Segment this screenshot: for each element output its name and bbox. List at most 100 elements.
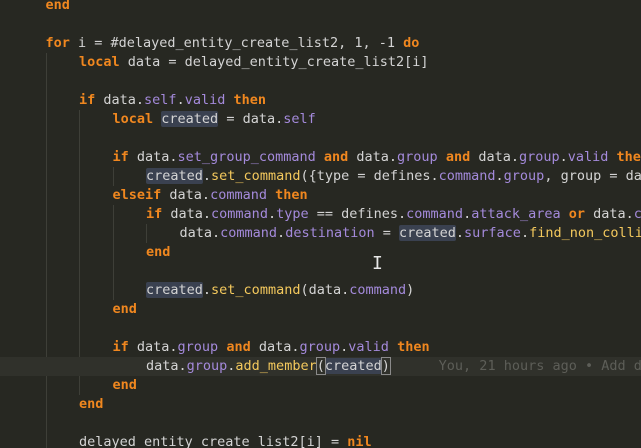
code-token: = xyxy=(374,225,399,241)
code-token: find_non_colliding_position xyxy=(529,225,641,241)
highlighted-token: created xyxy=(161,111,219,127)
keyword-token: end xyxy=(112,301,137,317)
code-line[interactable]: if data.group and data.group.valid then xyxy=(0,338,641,357)
code-line[interactable]: for i = #delayed_entity_create_list2, 1,… xyxy=(0,34,641,53)
code-line[interactable]: end xyxy=(0,0,641,15)
code-line[interactable]: if data.self.valid then xyxy=(0,91,641,110)
code-token: command xyxy=(220,225,278,241)
code-editor[interactable]: end for i = #delayed_entity_create_list2,… xyxy=(0,0,641,448)
code-token: set_command xyxy=(211,168,301,184)
keyword-token: end xyxy=(79,396,104,412)
keyword-token: if xyxy=(146,206,163,222)
code-line[interactable]: created.set_command({type = defines.comm… xyxy=(0,167,641,186)
code-token: group xyxy=(177,339,219,355)
code-token: (data. xyxy=(300,282,350,298)
code-token: . xyxy=(176,92,185,108)
keyword-token: for xyxy=(45,35,70,51)
code-token: type xyxy=(276,206,309,222)
git-blame-annotation: You, 21 hours ago • Add delayed entity c… xyxy=(438,358,641,374)
highlighted-token: created xyxy=(146,168,203,184)
code-token: group xyxy=(299,339,341,355)
code-token: data. xyxy=(348,149,398,165)
code-token: data. xyxy=(95,92,145,108)
code-line[interactable]: data.command.destination = created.surfa… xyxy=(0,224,641,243)
code-token: command xyxy=(210,187,267,203)
code-token: destination xyxy=(285,225,375,241)
code-token: group xyxy=(503,168,545,184)
code-token: valid xyxy=(184,92,226,108)
keyword-token: do xyxy=(403,35,420,51)
code-token: . xyxy=(267,206,277,222)
keyword-token: end xyxy=(45,0,70,13)
highlighted-token: created xyxy=(146,282,203,298)
code-token: command xyxy=(211,206,268,222)
code-token: valid xyxy=(567,149,609,165)
code-token: command xyxy=(633,206,641,222)
code-line[interactable]: if data.set_group_command and data.group… xyxy=(0,148,641,167)
code-token: group xyxy=(186,358,228,374)
keyword-token: or xyxy=(568,206,586,222)
code-token: . xyxy=(202,282,212,298)
highlighted-token: created xyxy=(324,358,382,374)
code-token: data. xyxy=(128,339,178,355)
code-token: . xyxy=(455,225,465,241)
code-line[interactable]: elseif data.command then xyxy=(0,186,641,205)
keyword-token: then xyxy=(616,149,641,165)
code-line[interactable] xyxy=(0,414,641,433)
keyword-token: then xyxy=(233,92,266,108)
code-line[interactable]: end xyxy=(0,376,641,395)
code-line[interactable]: created.set_command(data.command) xyxy=(0,281,641,300)
code-token: set_command xyxy=(211,282,301,298)
code-token: add_member xyxy=(235,358,317,374)
code-token: data. xyxy=(470,149,519,165)
code-token: . xyxy=(202,168,212,184)
code-token: data. xyxy=(250,339,300,355)
keyword-token: elseif xyxy=(112,187,162,203)
keyword-token: if xyxy=(79,92,96,108)
code-line[interactable]: if data.command.type == defines.command.… xyxy=(0,205,641,224)
code-line[interactable] xyxy=(0,262,641,281)
keyword-token: nil xyxy=(347,434,372,448)
keyword-token: local xyxy=(112,111,154,127)
highlighted-token: created xyxy=(398,225,456,241)
code-line[interactable] xyxy=(0,72,641,91)
code-line[interactable]: delayed_entity_create_list2[i] = nil xyxy=(0,433,641,448)
code-token: surface xyxy=(464,225,521,241)
code-line[interactable] xyxy=(0,15,641,34)
code-line[interactable]: local data = delayed_entity_create_list2… xyxy=(0,53,641,72)
code-token: self xyxy=(144,92,177,108)
code-token: group xyxy=(397,149,438,165)
code-token: command xyxy=(349,282,407,298)
keyword-token: local xyxy=(79,54,120,70)
code-token: self xyxy=(283,111,316,127)
code-line[interactable] xyxy=(0,319,641,338)
code-token: command xyxy=(406,206,464,222)
keyword-token: if xyxy=(112,339,129,355)
code-line[interactable]: local created = data.self xyxy=(0,110,641,129)
code-token: valid xyxy=(348,339,389,355)
code-line[interactable] xyxy=(0,129,641,148)
code-line[interactable]: end xyxy=(0,243,641,262)
code-token: = data. xyxy=(218,111,284,127)
keyword-token: then xyxy=(397,339,430,355)
code-token: data. xyxy=(162,206,212,222)
code-line[interactable]: end xyxy=(0,300,641,319)
code-token: group xyxy=(518,149,560,165)
code-token: ({type = defines. xyxy=(300,168,439,184)
code-token: ) xyxy=(380,357,391,375)
code-token: ) xyxy=(406,282,415,298)
keyword-token: end xyxy=(146,244,171,260)
code-token: . xyxy=(463,206,472,222)
code-line[interactable]: end xyxy=(0,395,641,414)
code-line[interactable]: data.group.add_member(created) You, 21 h… xyxy=(0,357,641,376)
keyword-token: and xyxy=(323,149,349,165)
keyword-token: and xyxy=(445,149,471,165)
code-token: . xyxy=(559,149,568,165)
code-token: , group = data. xyxy=(544,168,641,184)
code-token: ( xyxy=(315,357,326,375)
code-token: . xyxy=(495,168,504,184)
